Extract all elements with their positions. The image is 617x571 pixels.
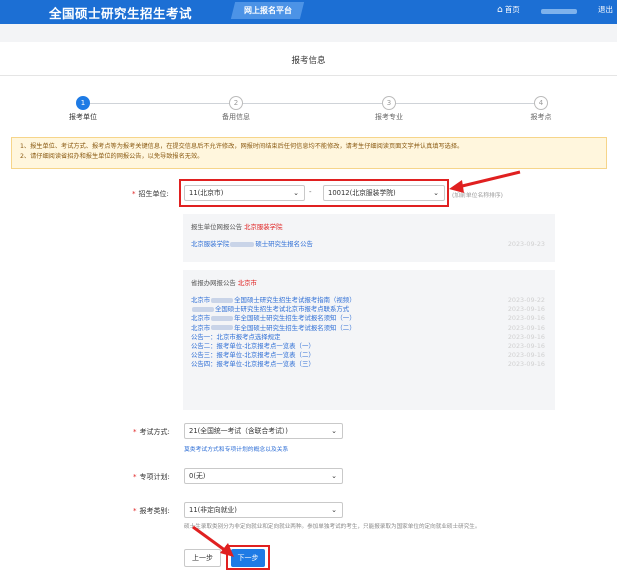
arrow-to-next-line <box>192 525 227 553</box>
red-arrows <box>192 170 521 557</box>
arrow-to-unit-head <box>449 180 464 193</box>
arrow-to-unit-line <box>457 170 521 189</box>
